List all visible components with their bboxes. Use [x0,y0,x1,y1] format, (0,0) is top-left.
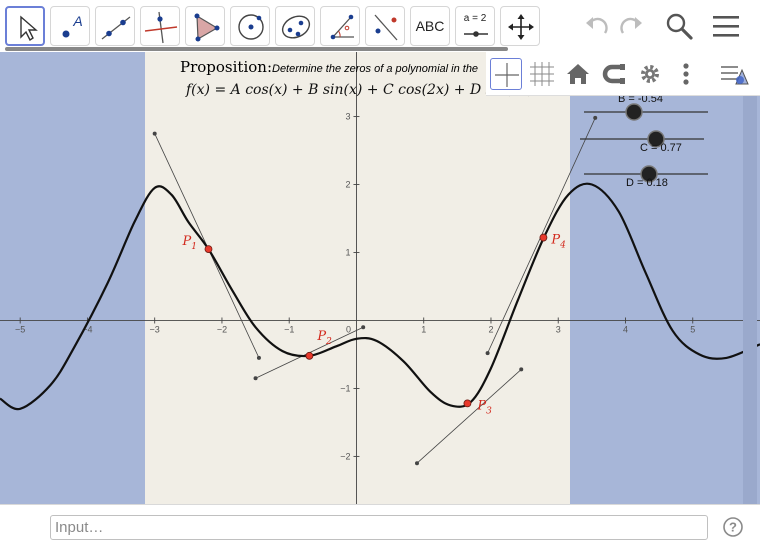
x-tick-label: −3 [150,324,160,334]
x-tick-label: 4 [623,324,628,334]
style-bar-toggle-icon [721,66,749,85]
point-p1 [204,245,213,254]
magnet-capture-icon [602,64,625,84]
circle-tool-button[interactable] [230,6,270,46]
proposition-text: Proposition:Determine the zeros of a pol… [180,58,478,77]
x-tick-label: −5 [15,324,25,334]
slider-label-D: D = 0.18 [626,177,668,189]
segment-endpoint [414,461,419,466]
axes-icon [495,63,519,87]
x-tick-label: 5 [690,324,695,334]
svg-text:?: ? [729,520,737,535]
point-tool-label: A [73,13,83,29]
slider-icon [464,31,488,37]
help-icon[interactable]: ? [722,516,744,538]
point-label: P4 [550,233,566,251]
proposition-title: Proposition: [180,58,272,76]
proposition-body: Determine the zeros of a polynomial in t… [272,63,479,75]
plot-canvas: −5 −4 −3 −2 −1 0 1 2 3 4 5−2−1123P1P2P3P4B = -0.54… [0,52,760,504]
hamburger-menu-icon[interactable] [710,10,742,42]
grid-icon [530,62,554,86]
formula-text: f(x) = A cos(x) + B sin(x) + C cos(2x) +… [186,82,535,98]
tangent-segment [416,369,522,464]
reflect-line-icon [374,14,398,41]
y-tick-label: −2 [340,451,350,461]
move-tool-button[interactable] [5,6,45,46]
input-bar [0,504,760,550]
y-tick-label: −1 [340,383,350,393]
point-tool-button[interactable]: A [50,6,90,46]
toggle-style-bar-button[interactable] [718,58,750,90]
slider-knob-B [625,103,643,121]
text-icon: ABC [415,18,445,34]
segment-endpoint [485,351,490,356]
segment-endpoint [152,131,157,136]
point-p4 [539,233,548,242]
ellipse-icon [281,15,311,39]
slider-tool-button[interactable]: a = 2 [455,6,495,46]
conic-tool-button[interactable] [275,6,315,46]
function-curve [0,182,760,411]
y-tick-label: 2 [345,180,350,190]
search-icon[interactable] [663,10,695,42]
axes-toggle-button[interactable] [490,58,522,90]
gear-icon [641,65,659,83]
more-vertical-icon [683,63,689,85]
point-p3 [463,399,472,408]
point-p2 [305,351,314,360]
home-icon [567,64,589,84]
segment-endpoint [256,355,261,360]
move-view-tool-button[interactable] [500,6,540,46]
perpendicular-line-tool-button[interactable] [140,6,180,46]
segment-endpoint [253,376,258,381]
y-tick-label: 1 [345,248,350,258]
text-tool-button[interactable]: ABC [410,6,450,46]
x-tick-label: 1 [421,324,426,334]
slider-label-C: C = 0.77 [640,142,682,154]
y-tick-label: 3 [345,112,350,122]
reflect-tool-button[interactable] [365,6,405,46]
toolbar: A ABC a = 2 [0,0,760,52]
point-capturing-button[interactable] [598,58,630,90]
cursor-arrow-icon [20,15,38,42]
polygon-tool-button[interactable] [185,6,225,46]
graphics-settings-button[interactable] [634,58,666,90]
line-tool-button[interactable] [95,6,135,46]
segment-endpoint [593,115,598,120]
x-tick-label: −1 [284,324,294,334]
polygon-icon [194,13,220,42]
algebra-input-field[interactable] [50,515,708,540]
move-arrows-icon [508,14,534,40]
segment-endpoint [519,367,524,372]
point-label: P1 [181,234,196,252]
segment-endpoint [361,325,366,330]
x-tick-label: 3 [556,324,561,334]
x-tick-label: −2 [217,324,227,334]
undo-icon[interactable] [580,10,612,42]
circle-center-point-icon [238,14,264,40]
angle-icon [330,14,354,40]
graphics-edge-strip [743,52,757,504]
toolbar-scrollbar[interactable] [5,47,508,51]
grid-toggle-button[interactable] [526,58,558,90]
graphics-style-bar [486,52,760,96]
point-label: P3 [476,398,492,416]
redo-icon[interactable] [616,10,648,42]
standard-view-button[interactable] [562,58,594,90]
more-options-button[interactable] [670,58,702,90]
graphics-view[interactable]: −5 −4 −3 −2 −1 0 1 2 3 4 5 −2 −1 1 2 3 P1 P2 P3 P4 B = -0.54… [0,52,760,504]
x-tick-label: 2 [488,324,493,334]
line-through-points-icon [101,16,131,40]
angle-tool-button[interactable] [320,6,360,46]
perpendicular-line-icon [144,11,178,44]
point-label: P2 [316,329,332,347]
